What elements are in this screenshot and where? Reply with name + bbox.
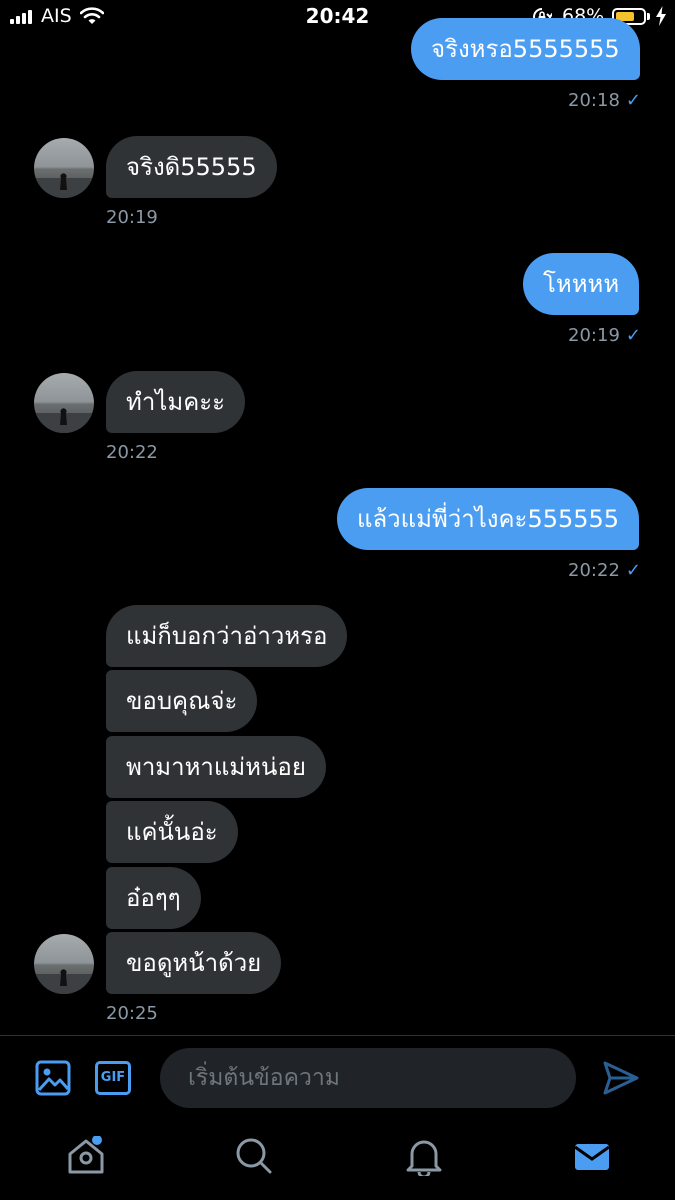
message-input[interactable]: เริ่มต้นข้อความ [160,1048,576,1108]
outgoing-message-bubble[interactable]: จริงหรอ5555555 [411,18,640,80]
message-timestamp: 20:18 [568,90,620,111]
send-icon[interactable] [602,1060,640,1096]
sender-avatar[interactable] [34,373,94,433]
incoming-message-bubble[interactable]: จริงดิ55555 [106,136,277,198]
incoming-message-bubble[interactable]: ทำไมคะะ [106,371,246,433]
message-timestamp: 20:22 [106,442,158,463]
incoming-message-bubble[interactable]: แม่ก็บอกว่าอ่าวหรอ [106,605,348,667]
message-timestamp: 20:19 [106,207,158,228]
message-meta: 20:18 ✓ [568,90,641,111]
composer-divider [0,1035,675,1036]
charging-bolt-icon [656,6,666,26]
message-timestamp: 20:25 [106,1003,158,1024]
bell-icon[interactable] [404,1136,444,1176]
outgoing-message-bubble[interactable]: โหหหห [523,253,640,315]
sender-avatar[interactable] [34,138,94,198]
image-icon[interactable] [35,1060,71,1096]
incoming-message-bubble[interactable]: พามาหาแม่หน่อย [106,736,326,798]
sent-check-icon: ✓ [625,90,641,111]
sent-check-icon: ✓ [625,560,641,581]
message-timestamp: 20:19 [568,325,620,346]
gif-button[interactable]: GIF [95,1061,131,1095]
incoming-message-bubble[interactable]: ขอดูหน้าด้วย [106,932,282,994]
message-meta: 20:19 ✓ [568,325,641,346]
message-timestamp: 20:22 [568,560,620,581]
outgoing-message-bubble[interactable]: แล้วแม่พี่ว่าไงคะ555555 [337,488,640,550]
search-icon[interactable] [234,1136,274,1176]
incoming-message-bubble[interactable]: อ๋อๆๆ [106,867,201,929]
message-meta: 20:22 ✓ [568,560,641,581]
bottom-tab-bar [0,1124,675,1200]
incoming-message-bubble[interactable]: ขอบคุณจ่ะ [106,670,258,732]
sent-check-icon: ✓ [625,325,641,346]
mail-icon[interactable] [572,1136,612,1176]
home-icon[interactable] [66,1136,106,1176]
incoming-message-bubble[interactable]: แค่นั้นอ่ะ [106,801,238,863]
battery-cap [647,13,650,20]
sender-avatar[interactable] [34,934,94,994]
